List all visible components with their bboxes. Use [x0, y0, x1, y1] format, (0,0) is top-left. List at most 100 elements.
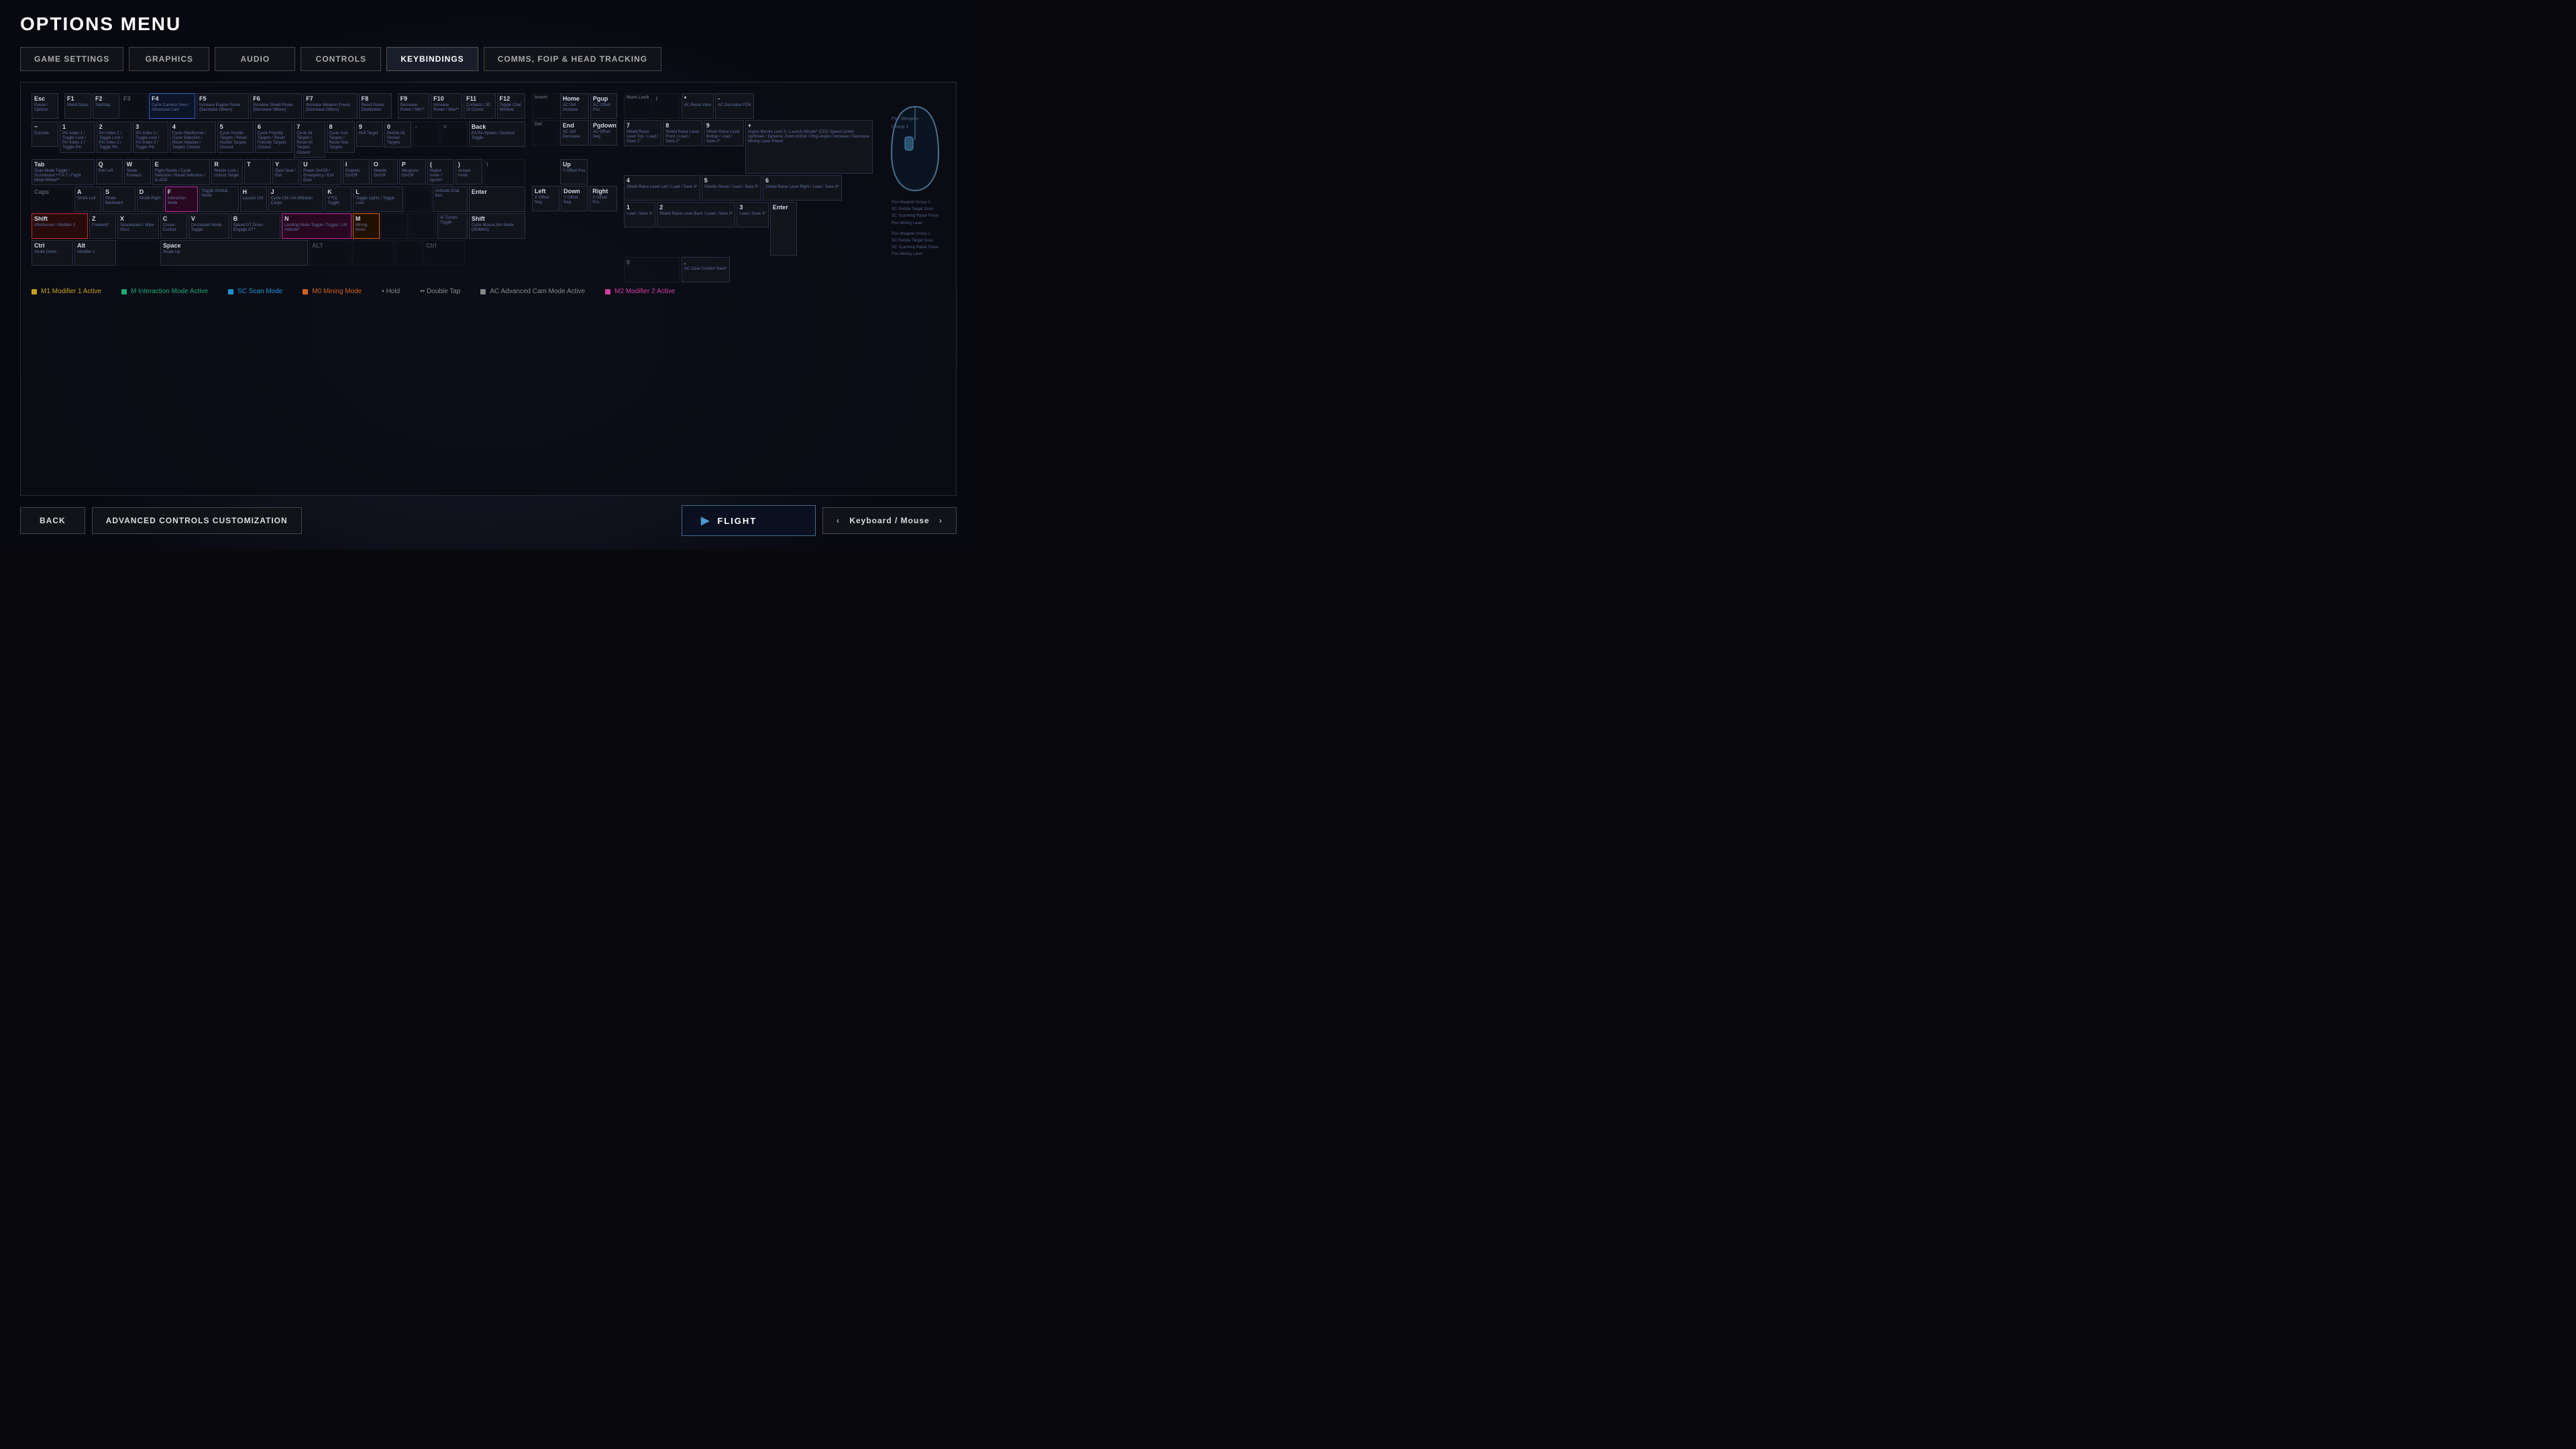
key-lctrl[interactable]: Ctrl Strafe Down — [32, 240, 73, 266]
tab-controls[interactable]: CONTROLS — [301, 47, 381, 71]
key-k[interactable]: K VTOL Toggle — [325, 186, 352, 212]
key-x[interactable]: X Spacebrake / Wipe Visor — [117, 213, 159, 239]
key-z[interactable]: Z Freelook* — [89, 213, 116, 239]
key-pgdn[interactable]: Pgdown AC Offset Neg — [590, 120, 617, 146]
key-num-slash[interactable]: / — [653, 93, 680, 119]
tab-game-settings[interactable]: GAME SETTINGS — [20, 47, 123, 71]
key-v[interactable]: V Decoupled Mode Toggle — [189, 213, 229, 239]
key-i[interactable]: I Engines On/Off — [343, 159, 370, 184]
key-u[interactable]: U Power On/Off / Emergency / Exit Door — [301, 159, 341, 185]
key-f12[interactable]: F12 Toggle Chat Window — [497, 93, 525, 119]
key-enter[interactable]: Enter — [469, 186, 525, 212]
key-f6[interactable]: F6 Increase Shield Power (Decrease Other… — [250, 93, 302, 119]
key-apostrophe[interactable]: Activate Chat Box — [433, 186, 468, 212]
key-5[interactable]: 5 Cycle Hostile Targets / Reset Hostile … — [217, 121, 254, 153]
key-esc[interactable]: Esc Pause / Options — [32, 93, 58, 119]
key-n[interactable]: N Landing Mode Toggle / Toggle / LM Atti… — [282, 213, 352, 239]
key-equals[interactable]: = — [441, 121, 468, 147]
key-minus[interactable]: - — [413, 121, 439, 147]
advanced-controls-button[interactable]: ADVANCED CONTROLS CUSTOMIZATION — [92, 507, 302, 534]
key-down[interactable]: Down Y Offset Neg — [561, 186, 588, 211]
key-insert[interactable]: Insert — [532, 93, 559, 119]
key-space[interactable]: Space Strafe Up — [160, 240, 308, 266]
key-num5[interactable]: 5 Shields Reset / Load / Save 5* — [702, 175, 761, 201]
key-s[interactable]: S Strafe Backward — [103, 186, 136, 212]
key-6[interactable]: 6 Cycle Friendly Targets / Reset Friendl… — [255, 121, 292, 153]
key-t[interactable]: T — [244, 159, 271, 184]
key-caps[interactable]: Caps — [32, 186, 73, 212]
key-delete[interactable]: Del — [532, 120, 559, 146]
key-num-enter[interactable]: Enter — [770, 202, 797, 256]
key-backtick[interactable]: ~ Console — [32, 121, 58, 147]
key-num7[interactable]: 7 Shield Raise Level Top / Load / Save 2… — [624, 120, 661, 146]
key-backspace[interactable]: Back EA Re-Spawn / Destruct Toggle — [469, 121, 525, 147]
key-3[interactable]: 3 Pin Index 3 / Toggle Lock / Pin Index … — [133, 121, 168, 153]
key-slash[interactable]: AI Turrets Toggle — [437, 213, 468, 239]
key-m[interactable]: M Mining Mode — [353, 213, 380, 239]
key-lbracket[interactable]: ( Reject Invite / Ignore* — [427, 159, 454, 185]
tab-comms[interactable]: COMMS, FOIP & HEAD TRACKING — [484, 47, 661, 71]
key-num1[interactable]: 1 Load / Save 1* — [624, 202, 655, 227]
key-comma[interactable] — [381, 213, 408, 239]
key-pgup[interactable]: Pgup AC Offset Pos — [590, 93, 617, 119]
key-num-dot[interactable]: . AC Clear Current Save* — [682, 257, 730, 282]
key-1[interactable]: 1 Pin Index 1 / Toggle Lock / Pin Index … — [60, 121, 95, 153]
key-d[interactable]: D Strafe Right — [137, 186, 164, 212]
key-tab[interactable]: Tab Scan Mode Toggle / Scoreboard / F.A.… — [32, 159, 95, 185]
key-f5[interactable]: F5 Increase Engine Power (Decrease Other… — [197, 93, 249, 119]
key-num8[interactable]: 8 Shield Raise Level Front / Load / Save… — [663, 120, 702, 146]
key-a[interactable]: A Strafe Left — [74, 186, 101, 212]
key-f10[interactable]: F10 Increase Power / Max** — [431, 93, 462, 119]
key-num-mul[interactable]: * AC Reset View — [682, 93, 714, 119]
key-num3[interactable]: 3 Load / Save 3* — [737, 202, 768, 227]
key-f11[interactable]: F11 Contacts / 3D UI Cursor — [464, 93, 496, 119]
key-f4[interactable]: F4 Cycle Camera View / Advanced Cam — [149, 93, 195, 119]
key-lalt[interactable]: Alt Modifier 1 — [74, 240, 116, 266]
key-f1[interactable]: F1 Mobil-Glass — [64, 93, 91, 119]
key-p[interactable]: P Weapons On/Off — [399, 159, 426, 184]
tab-graphics[interactable]: GRAPHICS — [129, 47, 209, 71]
key-7[interactable]: 7 Cycle All Targets / Reset All Targets … — [294, 121, 325, 158]
keyboard-mouse-button[interactable]: ‹ Keyboard / Mouse › — [822, 507, 957, 534]
keyboard-prev-icon[interactable]: ‹ — [837, 516, 840, 525]
key-num9[interactable]: 9 Shield Raise Level Buttop / Load / Sav… — [704, 120, 744, 146]
key-ralt[interactable]: ALT — [309, 240, 351, 266]
key-f9[interactable]: F9 Decrease Power / Min** — [398, 93, 430, 119]
key-rbracket[interactable]: ) Accept Invite — [455, 159, 482, 184]
key-e[interactable]: E Flight Reads / Cycle Selection / Reset… — [152, 159, 211, 185]
key-num-minus[interactable]: - AC Decrease FOV — [715, 93, 754, 119]
key-r[interactable]: R Reticle Lock / Unlock Target — [211, 159, 243, 184]
key-right[interactable]: Right X Offset Pos — [590, 186, 617, 211]
key-b[interactable]: B Speed GT Drive / Engage GT* — [231, 213, 280, 239]
key-f2[interactable]: F2 StarMap — [93, 93, 119, 119]
keyboard-next-icon[interactable]: › — [939, 516, 943, 525]
key-w[interactable]: W Strafe Forward — [124, 159, 151, 184]
key-q[interactable]: Q Roll Left — [96, 159, 123, 184]
back-button[interactable]: BACK — [20, 507, 85, 534]
flight-button[interactable]: ▶ FLIGHT — [682, 505, 816, 536]
key-numlock[interactable]: Num Lock — [624, 93, 652, 119]
tab-keybindings[interactable]: KEYBINDINGS — [386, 47, 478, 71]
key-num0[interactable]: 0 — [624, 257, 680, 282]
key-menu[interactable] — [395, 240, 422, 266]
key-num-plus[interactable]: + Aspire Missile Lock S / Launch Missile… — [745, 120, 873, 174]
key-j[interactable]: J Cycle CM / All Affiliation Cargo — [268, 186, 324, 212]
key-9[interactable]: 9 Roll Target — [356, 121, 383, 147]
key-num2[interactable]: 2 Shield Raise Level Back / Load / Save … — [657, 202, 735, 227]
key-8[interactable]: 8 Cycle Sub-Targets / Reset Sub-Targets — [327, 121, 355, 153]
key-semicolon[interactable] — [405, 186, 431, 212]
key-rshift[interactable]: Shift Cycle Mouse Aim Mode (HOMAS) — [469, 213, 525, 239]
key-f[interactable]: F Interaction Mode — [165, 186, 198, 212]
key-g[interactable]: Toggle Gimbal Mode — [199, 186, 239, 212]
key-f7[interactable]: F7 Increase Weapon Power (Decrease Other… — [303, 93, 357, 119]
key-rwin[interactable] — [352, 240, 394, 266]
tab-audio[interactable]: AUDIO — [215, 47, 295, 71]
key-l[interactable]: L Toggle Lights / Toggle Lock — [353, 186, 403, 212]
key-o[interactable]: O Shields On/Off — [371, 159, 398, 184]
key-backslash[interactable]: \ — [484, 159, 525, 184]
key-0[interactable]: 0 Reticle All Pinned Targets — [384, 121, 411, 148]
key-up[interactable]: Up Y Offset Pos — [560, 159, 588, 184]
key-f8[interactable]: F8 Reset Power Distribution — [359, 93, 392, 119]
key-left[interactable]: Left X Offset Neg — [532, 186, 559, 211]
key-num6[interactable]: 6 Shield Raise Level Right / Load / Save… — [763, 175, 842, 201]
